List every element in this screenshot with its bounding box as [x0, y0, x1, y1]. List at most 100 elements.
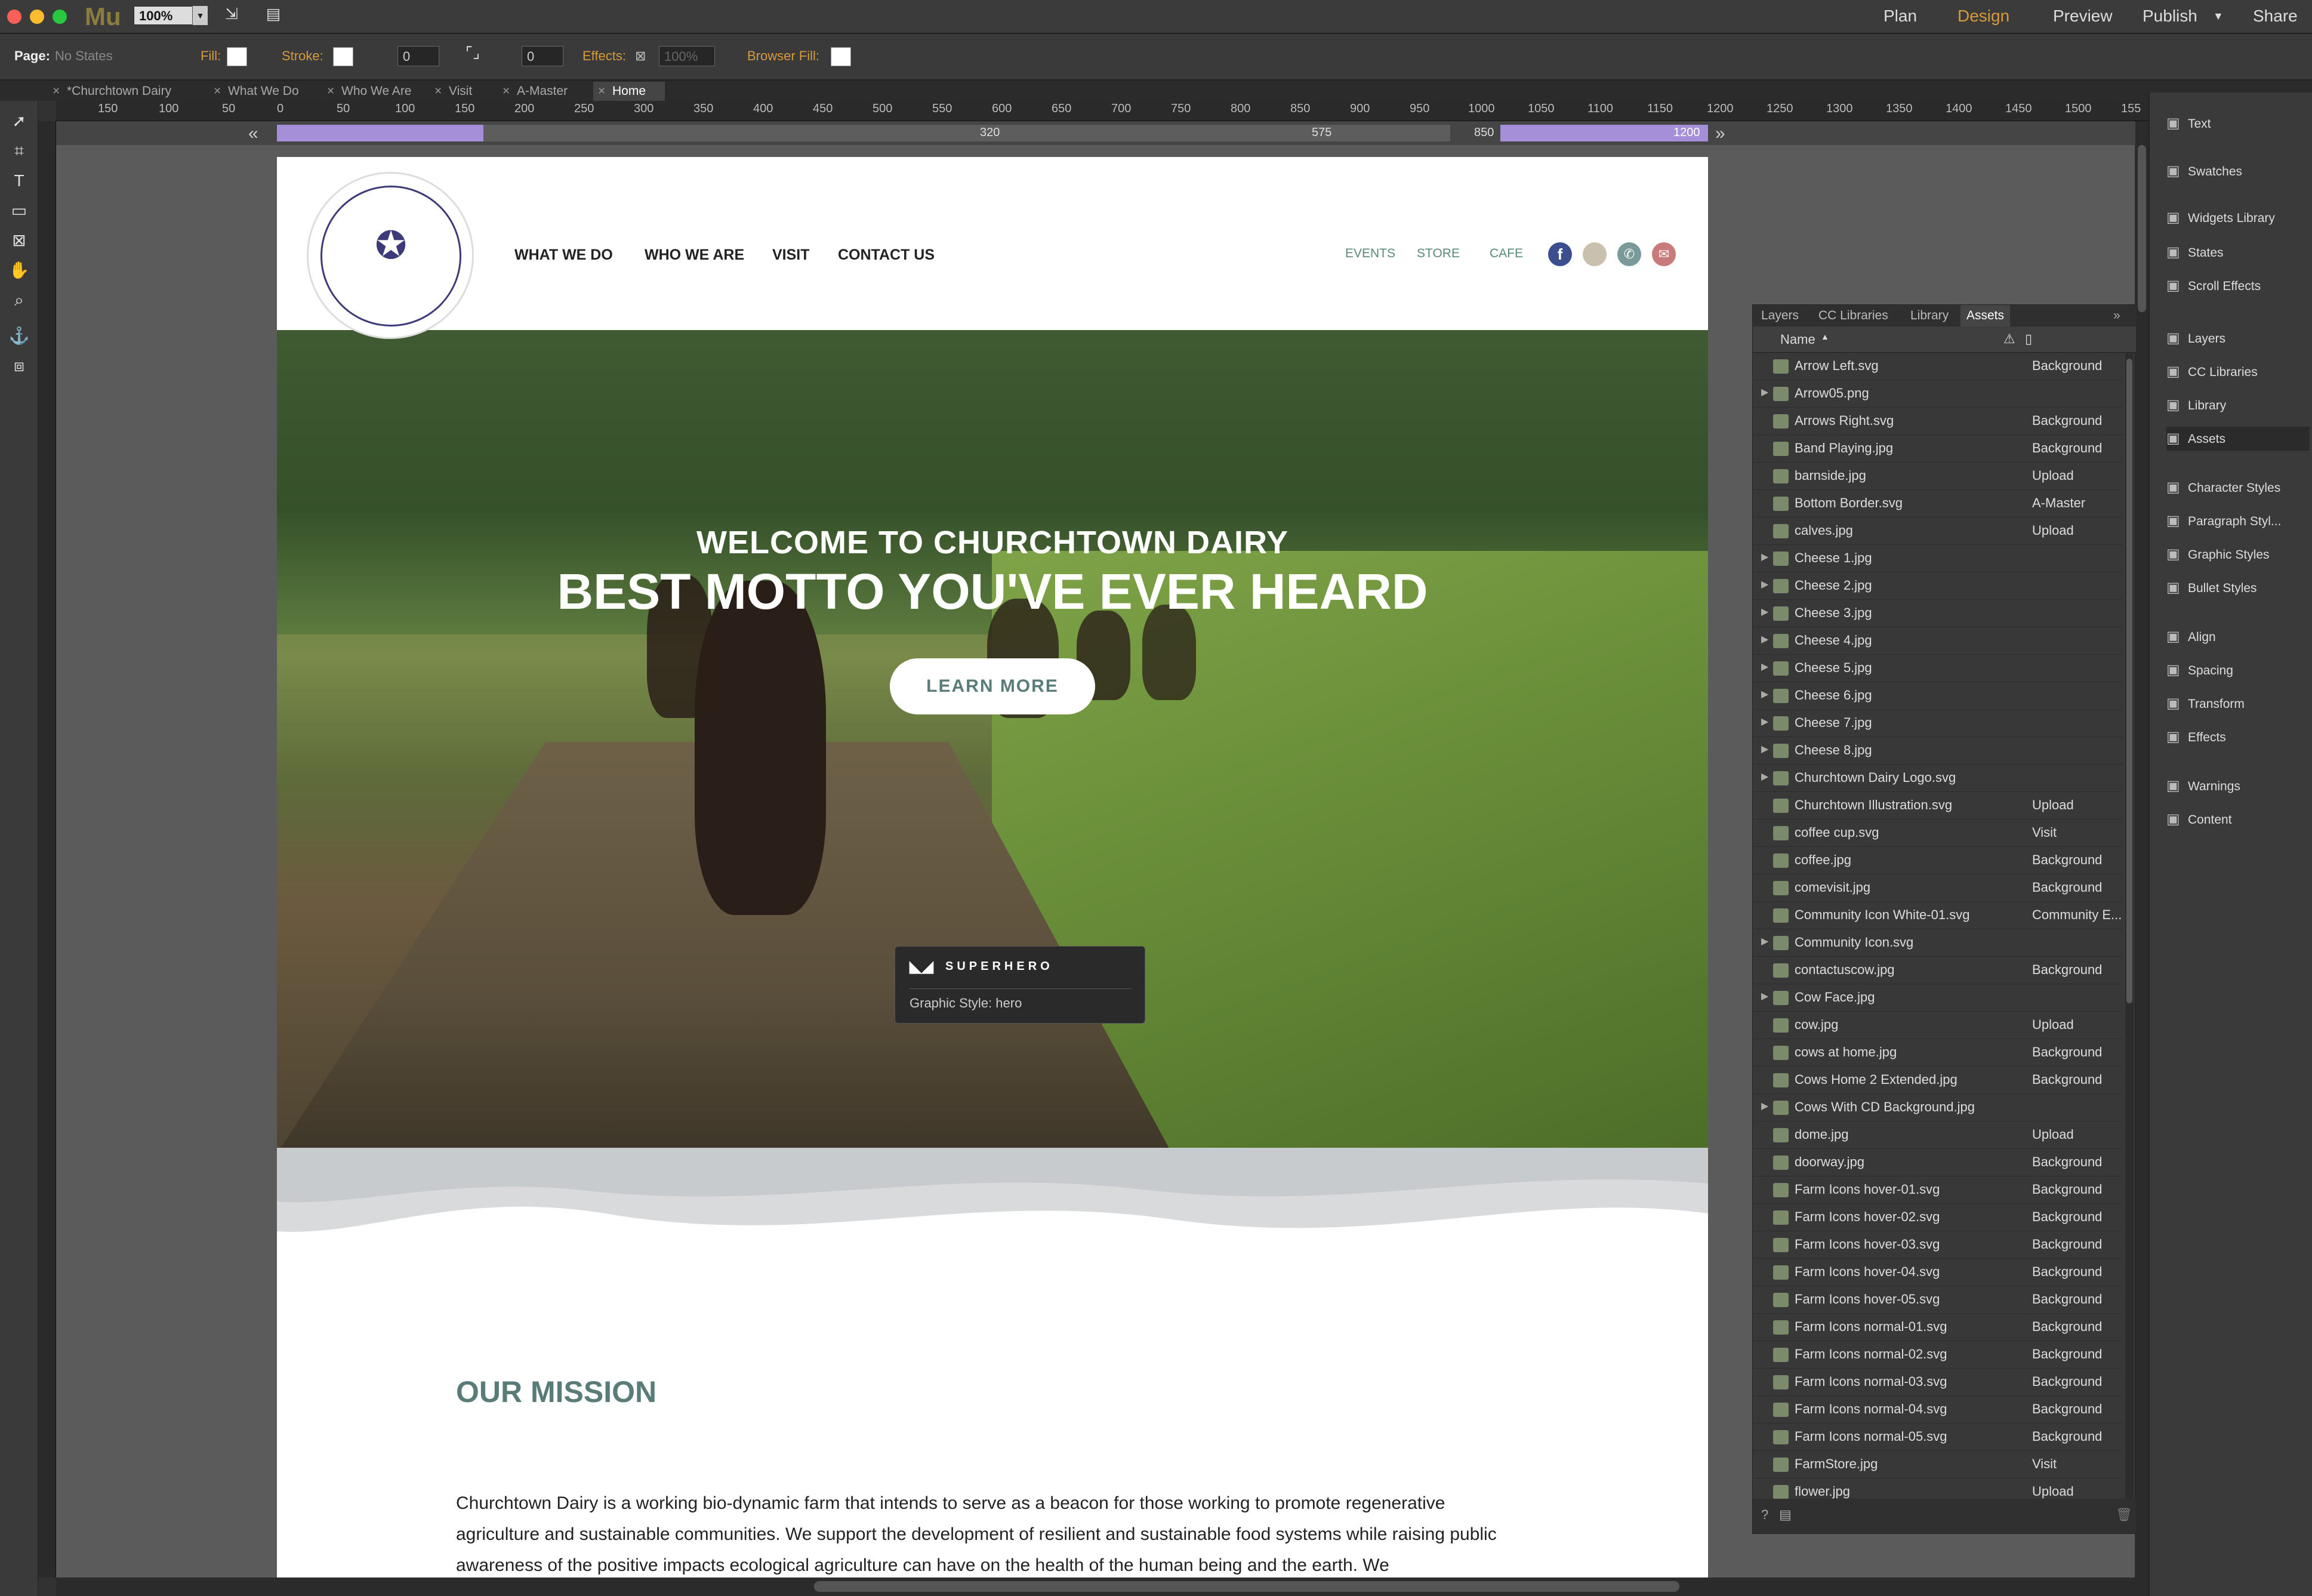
breakpoint-range-min[interactable] [277, 125, 483, 141]
canvas-vertical-scrollbar[interactable] [2135, 121, 2148, 1577]
nav-cafe[interactable]: CAFE [1490, 247, 1523, 261]
asset-row[interactable]: contactuscow.jpg Background [1753, 957, 2123, 984]
rectangle-tool-icon[interactable]: ▭ [7, 199, 31, 223]
asset-row[interactable]: ▶ Cheese 1.jpg [1753, 545, 2123, 572]
stroke-label[interactable]: Stroke: [282, 48, 323, 64]
warning-icon[interactable]: ⚠ [2003, 331, 2015, 347]
nav-what-we-do[interactable]: WHAT WE DO [514, 247, 613, 264]
nav-store[interactable]: STORE [1417, 247, 1460, 261]
panel-paragraph-styl-[interactable]: ▣ Paragraph Styl... [2166, 509, 2310, 533]
expand-icon[interactable]: ▶ [1761, 743, 1768, 755]
asset-row[interactable]: Farm Icons hover-01.svg Background [1753, 1176, 2123, 1204]
asset-row[interactable]: coffee.jpg Background [1753, 847, 2123, 874]
hero-welcome-text[interactable]: WELCOME TO CHURCHTOWN DAIRY [277, 524, 1708, 561]
help-icon[interactable]: ? [1761, 1507, 1768, 1523]
chevron-down-icon[interactable]: ▼ [192, 6, 208, 25]
asset-row[interactable]: ▶ Cheese 2.jpg [1753, 572, 2123, 600]
hand-tool-icon[interactable]: ✋ [7, 258, 31, 282]
asset-row[interactable]: Cows Home 2 Extended.jpg Background [1753, 1067, 2123, 1094]
panel-menu-icon[interactable]: » [2113, 305, 2120, 326]
tab-a-master[interactable]: × A-Master [498, 82, 599, 101]
tab-visit[interactable]: × Visit [430, 82, 501, 101]
instagram-icon[interactable] [1583, 242, 1607, 266]
panel-content[interactable]: ▣ Content [2166, 808, 2310, 831]
chevron-left-icon[interactable]: « [248, 124, 258, 144]
asset-row[interactable]: ▶ Cheese 4.jpg [1753, 627, 2123, 655]
asset-row[interactable]: ▶ Community Icon.svg [1753, 929, 2123, 957]
asset-row[interactable]: Band Playing.jpg Background [1753, 435, 2123, 463]
tab-assets[interactable]: Assets [1960, 305, 2011, 326]
expand-icon[interactable]: ▶ [1761, 661, 1768, 673]
tab-what-we-do[interactable]: × What We Do [209, 82, 322, 101]
asset-row[interactable]: Farm Icons hover-05.svg Background [1753, 1286, 2123, 1314]
browser-fill-swatch[interactable] [831, 47, 851, 66]
expand-icon[interactable]: ▶ [1761, 551, 1768, 563]
asset-row[interactable]: FarmStore.jpg Visit [1753, 1451, 2123, 1478]
zoom-tool-icon[interactable]: ⌕ [7, 288, 31, 312]
page-icon[interactable]: ▯ [2025, 331, 2032, 347]
canvas-horizontal-scrollbar[interactable] [56, 1577, 2148, 1596]
expand-icon[interactable]: ▶ [1761, 386, 1768, 398]
panel-bullet-styles[interactable]: ▣ Bullet Styles [2166, 576, 2310, 600]
expand-icon[interactable]: ▶ [1761, 606, 1768, 618]
asset-row[interactable]: cows at home.jpg Background [1753, 1039, 2123, 1067]
scroll-thumb[interactable] [814, 1581, 1679, 1592]
corner-radius-input[interactable]: 0 [522, 46, 563, 66]
mission-paragraph[interactable]: Churchtown Dairy is a working bio-dynami… [456, 1488, 1530, 1577]
panel-cc-libraries[interactable]: ▣ CC Libraries [2166, 360, 2310, 384]
asset-row[interactable]: Arrow Left.svg Background [1753, 353, 2123, 380]
asset-row[interactable]: Farm Icons normal-04.svg Background [1753, 1396, 2123, 1424]
nav-plan[interactable]: Plan [1883, 0, 1917, 34]
panel-graphic-styles[interactable]: ▣ Graphic Styles [2166, 543, 2310, 566]
close-icon[interactable]: × [327, 82, 334, 101]
asset-row[interactable]: ▶ Cheese 8.jpg [1753, 737, 2123, 765]
phone-icon[interactable]: ✆ [1617, 242, 1641, 266]
breakpoint-label-575[interactable]: 575 [1312, 126, 1331, 140]
asset-row[interactable]: comevisit.jpg Background [1753, 874, 2123, 902]
asset-row[interactable]: ▶ Churchtown Dairy Logo.svg [1753, 765, 2123, 792]
frame-tool-icon[interactable]: ⊠ [7, 229, 31, 252]
asset-row[interactable]: Farm Icons hover-04.svg Background [1753, 1259, 2123, 1286]
panel-character-styles[interactable]: ▣ Character Styles [2166, 476, 2310, 500]
asset-row[interactable]: doorway.jpg Background [1753, 1149, 2123, 1176]
asset-row[interactable]: Farm Icons normal-03.svg Background [1753, 1369, 2123, 1396]
close-icon[interactable]: × [503, 82, 510, 101]
close-icon[interactable]: × [214, 82, 221, 101]
expand-icon[interactable]: ▶ [1761, 990, 1768, 1002]
tab-library[interactable]: Library [1910, 305, 1949, 326]
stroke-width-input[interactable]: 0 [397, 46, 439, 66]
mission-title[interactable]: OUR MISSION [456, 1375, 656, 1409]
asset-row[interactable]: Churchtown Illustration.svg Upload [1753, 792, 2123, 819]
stroke-swatch[interactable] [333, 47, 353, 66]
effects-icon[interactable]: ⊠ [635, 48, 646, 64]
folder-icon[interactable]: ▤ [1779, 1507, 1792, 1523]
name-column-header[interactable]: Name [1780, 332, 1815, 347]
asset-row[interactable]: Farm Icons hover-02.svg Background [1753, 1204, 2123, 1231]
asset-row[interactable]: barnside.jpg Upload [1753, 463, 2123, 490]
asset-row[interactable]: Arrows Right.svg Background [1753, 408, 2123, 435]
nav-share[interactable]: Share [2253, 0, 2298, 34]
asset-row[interactable]: calves.jpg Upload [1753, 517, 2123, 545]
scroll-thumb[interactable] [2126, 359, 2132, 1003]
asset-row[interactable]: Farm Icons normal-02.svg Background [1753, 1341, 2123, 1369]
panel-library[interactable]: ▣ Library [2166, 393, 2310, 417]
opacity-input[interactable]: 100% [659, 46, 715, 66]
minimize-window-button[interactable] [30, 10, 44, 24]
fill-label[interactable]: Fill: [201, 48, 221, 64]
expand-icon[interactable]: ▶ [1761, 935, 1768, 947]
nav-visit[interactable]: VISIT [772, 247, 810, 264]
nav-contact-us[interactable]: CONTACT US [838, 247, 935, 264]
asset-row[interactable]: cow.jpg Upload [1753, 1012, 2123, 1039]
place-icon[interactable]: ⇲ [218, 5, 245, 26]
expand-icon[interactable]: ▶ [1761, 633, 1768, 645]
panel-assets[interactable]: ▣ Assets [2166, 427, 2310, 451]
breakpoint-label-1200[interactable]: 1200 [1673, 126, 1700, 140]
selection-tool-icon[interactable]: ➚ [7, 109, 31, 133]
text-tool-icon[interactable]: T [7, 169, 31, 193]
asset-row[interactable]: ▶ Cheese 6.jpg [1753, 682, 2123, 710]
asset-row[interactable]: ▶ Cheese 3.jpg [1753, 600, 2123, 627]
view-mode-icon[interactable]: ▤ [260, 5, 286, 26]
nav-publish[interactable]: Publish [2143, 0, 2197, 34]
panel-layers[interactable]: ▣ Layers [2166, 326, 2310, 350]
nav-who-we-are[interactable]: WHO WE ARE [645, 247, 744, 264]
